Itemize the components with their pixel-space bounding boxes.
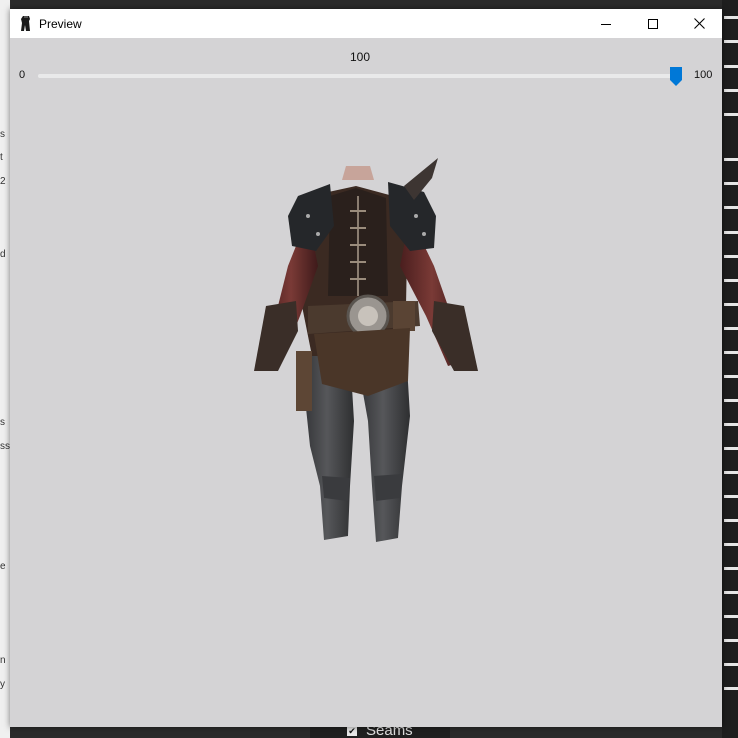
bg-row bbox=[724, 567, 738, 570]
title-bar[interactable]: Preview bbox=[10, 9, 722, 38]
bg-row bbox=[724, 16, 738, 19]
app-icon bbox=[21, 16, 30, 31]
bg-fragment: t bbox=[0, 152, 3, 163]
maximize-icon bbox=[648, 18, 658, 29]
seams-label: Seams bbox=[366, 726, 413, 738]
bg-row bbox=[724, 327, 738, 330]
bg-row bbox=[724, 255, 738, 258]
armor-model-preview[interactable] bbox=[238, 156, 493, 551]
window-title: Preview bbox=[39, 17, 82, 31]
bg-row bbox=[724, 495, 738, 498]
bg-fragment: ss bbox=[0, 441, 10, 452]
bg-row bbox=[724, 591, 738, 594]
preview-content: 100 0 100 bbox=[10, 38, 722, 727]
bg-row bbox=[724, 399, 738, 402]
bg-row bbox=[724, 231, 738, 234]
minimize-button[interactable] bbox=[583, 9, 629, 38]
preview-window: Preview 100 0 100 bbox=[10, 9, 722, 727]
background-seams-option[interactable]: ✔ Seams bbox=[310, 726, 450, 738]
bg-row bbox=[724, 639, 738, 642]
bg-fragment: d bbox=[0, 249, 6, 260]
bg-row bbox=[724, 423, 738, 426]
bg-fragment: s bbox=[0, 129, 5, 140]
bg-row bbox=[724, 663, 738, 666]
bg-row bbox=[724, 279, 738, 282]
bg-row bbox=[724, 158, 738, 161]
bg-row bbox=[724, 447, 738, 450]
slider-track[interactable] bbox=[38, 74, 680, 78]
bg-row bbox=[724, 519, 738, 522]
slider-min-label: 0 bbox=[19, 69, 26, 81]
bg-row bbox=[724, 687, 738, 690]
maximize-button[interactable] bbox=[630, 9, 676, 38]
close-icon bbox=[693, 18, 705, 29]
slider-thumb[interactable] bbox=[670, 67, 682, 86]
slider-value-label: 100 bbox=[349, 50, 371, 64]
background-right-panel bbox=[722, 0, 738, 738]
bg-row bbox=[724, 471, 738, 474]
bg-row bbox=[724, 182, 738, 185]
minimize-icon bbox=[601, 23, 611, 25]
close-button[interactable] bbox=[676, 9, 722, 38]
bg-row bbox=[724, 543, 738, 546]
bg-fragment: e bbox=[0, 561, 6, 572]
slider-max-label: 100 bbox=[694, 69, 713, 81]
bg-fragment: y bbox=[0, 679, 5, 690]
bg-fragment: n bbox=[0, 655, 6, 666]
bg-row bbox=[724, 351, 738, 354]
bg-row bbox=[724, 615, 738, 618]
background-left-panel: s t 2 d s ss e n y bbox=[0, 0, 10, 738]
seams-checkbox[interactable]: ✔ bbox=[347, 726, 357, 736]
bg-fragment: 2 bbox=[0, 176, 6, 187]
bg-row bbox=[724, 89, 738, 92]
bg-row bbox=[724, 113, 738, 116]
bg-row bbox=[724, 303, 738, 306]
bg-row bbox=[724, 65, 738, 68]
bg-row bbox=[724, 40, 738, 43]
bg-fragment: s bbox=[0, 417, 5, 428]
bg-row bbox=[724, 206, 738, 209]
bg-row bbox=[724, 375, 738, 378]
